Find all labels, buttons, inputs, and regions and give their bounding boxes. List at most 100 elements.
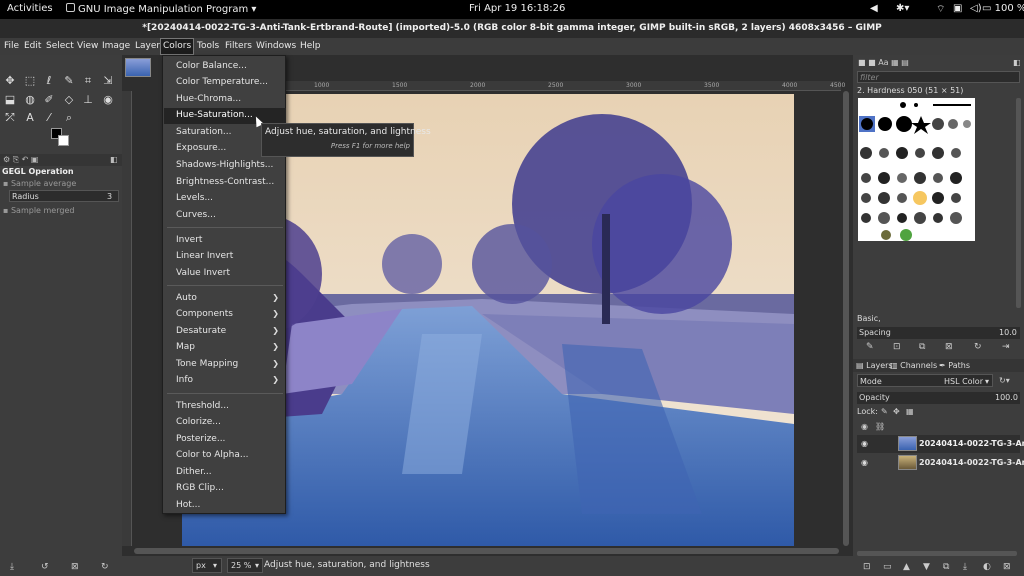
- menu-item-shadows-highlights[interactable]: Shadows-Highlights...: [176, 160, 273, 170]
- transform-icon[interactable]: ⇲: [101, 74, 115, 88]
- menu-item-dither[interactable]: Dither...: [176, 467, 212, 477]
- clone-icon[interactable]: ⊥: [81, 93, 95, 107]
- lasso-icon[interactable]: ℓ: [42, 74, 56, 88]
- lock-pixels-icon[interactable]: ✎: [881, 407, 888, 416]
- activities-button[interactable]: Activities: [7, 3, 53, 14]
- audio-icon[interactable]: ◀: [870, 3, 878, 14]
- menu-item-components[interactable]: Components: [176, 309, 233, 319]
- menu-item-exposure[interactable]: Exposure...: [176, 143, 226, 153]
- smudge-icon[interactable]: ◉: [101, 93, 115, 107]
- menu-item-color-temperature[interactable]: Color Temperature...: [176, 77, 268, 87]
- menu-item-color-balance[interactable]: Color Balance...: [176, 61, 247, 71]
- delete-brush-icon[interactable]: ⊠: [945, 342, 953, 352]
- menu-item-hot[interactable]: Hot...: [176, 500, 200, 510]
- brush-scrollbar[interactable]: [1016, 98, 1021, 308]
- delete-options-icon[interactable]: ⊠: [71, 562, 79, 572]
- lock-position-icon[interactable]: ✥: [893, 407, 900, 416]
- tab-channels[interactable]: ▥ Channels: [890, 361, 937, 370]
- sample-average-option[interactable]: ▪ Sample average: [3, 179, 76, 188]
- menu-item-auto[interactable]: Auto: [176, 293, 197, 303]
- menu-item-saturation[interactable]: Saturation...: [176, 127, 232, 137]
- menu-item-hue-chroma[interactable]: Hue-Chroma...: [176, 94, 241, 104]
- layer-mode-select[interactable]: Mode HSL Color ▾: [857, 374, 993, 387]
- merge-layer-icon[interactable]: ⤓: [963, 562, 967, 572]
- wifi-icon[interactable]: ⌔: [936, 3, 945, 16]
- reset-options-icon[interactable]: ↻: [101, 562, 109, 572]
- mask-layer-icon[interactable]: ◐: [983, 562, 991, 572]
- menu-item-colorize[interactable]: Colorize...: [176, 417, 221, 427]
- brush-grid[interactable]: [858, 98, 975, 241]
- menu-view[interactable]: View: [77, 41, 98, 51]
- new-layer-icon[interactable]: ⊡: [863, 562, 871, 572]
- new-group-icon[interactable]: ▭: [883, 562, 892, 572]
- menu-item-brightness-contrast[interactable]: Brightness-Contrast...: [176, 177, 274, 187]
- text-tool-icon[interactable]: A: [23, 111, 37, 125]
- menu-item-desaturate[interactable]: Desaturate: [176, 326, 226, 336]
- tool-options-tab-icon[interactable]: ⚙ ⎘ ↶ ▣: [3, 155, 38, 165]
- brushes-tab-icon[interactable]: ■ ■ Aa ▦ ▤: [858, 58, 909, 67]
- menu-item-rgb-clip[interactable]: RGB Clip...: [176, 483, 224, 493]
- fuzzy-select-icon[interactable]: ✎: [62, 74, 76, 88]
- menu-file[interactable]: File: [4, 41, 19, 51]
- menu-filters[interactable]: Filters: [225, 41, 252, 51]
- menu-item-threshold[interactable]: Threshold...: [176, 401, 229, 411]
- menu-item-curves[interactable]: Curves...: [176, 210, 216, 220]
- edit-brush-icon[interactable]: ✎: [866, 342, 874, 352]
- eye-icon[interactable]: ◉: [861, 439, 868, 448]
- open-brush-icon[interactable]: ⇥: [1002, 342, 1010, 352]
- vertical-scrollbar[interactable]: [843, 91, 849, 546]
- crop-icon[interactable]: ⌗: [81, 74, 95, 88]
- paintbrush-icon[interactable]: ✐: [42, 93, 56, 107]
- save-options-icon[interactable]: ⤓: [10, 562, 14, 572]
- dock-menu-icon[interactable]: ◧: [110, 155, 118, 164]
- duplicate-layer-icon[interactable]: ⧉: [943, 562, 949, 572]
- menu-image[interactable]: Image: [102, 41, 130, 51]
- paths-icon[interactable]: ⤱: [3, 111, 17, 125]
- layer-row[interactable]: ◉ 20240414-0022-TG-3-Anti-Tar: [857, 435, 1024, 453]
- lower-layer-icon[interactable]: ▼: [923, 562, 930, 572]
- image-tab-thumbnail[interactable]: [125, 58, 151, 77]
- move-tool-icon[interactable]: ✥: [3, 74, 17, 88]
- menu-item-linear-invert[interactable]: Linear Invert: [176, 251, 233, 261]
- sample-merged-option[interactable]: ▪ Sample merged: [3, 206, 74, 215]
- app-menu-button[interactable]: GNU Image Manipulation Program ▾: [66, 3, 256, 15]
- brush-preset-select[interactable]: Basic,: [857, 313, 1020, 325]
- menu-windows[interactable]: Windows: [256, 41, 296, 51]
- layer-mode-switch-icon[interactable]: ↻▾: [999, 376, 1010, 385]
- horizontal-scrollbar[interactable]: [134, 548, 839, 554]
- new-brush-icon[interactable]: ⊡: [893, 342, 901, 352]
- menu-tools[interactable]: Tools: [197, 41, 219, 51]
- menu-item-invert[interactable]: Invert: [176, 235, 202, 245]
- menu-item-tone-mapping[interactable]: Tone Mapping: [176, 359, 238, 369]
- rect-select-icon[interactable]: ⬚: [23, 74, 37, 88]
- tab-paths[interactable]: ✒ Paths: [939, 361, 970, 370]
- tab-layers[interactable]: ▤ Layers: [856, 361, 893, 370]
- menu-colors[interactable]: Colors: [159, 38, 195, 55]
- radius-spinner[interactable]: Radius 3: [9, 190, 119, 202]
- battery-status[interactable]: ▭ 100 %: [982, 3, 1024, 14]
- color-picker-icon[interactable]: ⁄: [42, 111, 56, 125]
- eraser-icon[interactable]: ◇: [62, 93, 76, 107]
- menu-edit[interactable]: Edit: [24, 41, 41, 51]
- brush-filter-input[interactable]: filter: [857, 71, 1020, 83]
- menu-layer[interactable]: Layer: [135, 41, 160, 51]
- warp-icon[interactable]: ⬓: [3, 93, 17, 107]
- layer-row[interactable]: ◉ 20240414-0022-TG-3-Anti-Tar: [857, 454, 1024, 472]
- menu-item-map[interactable]: Map: [176, 342, 195, 352]
- menu-item-info[interactable]: Info: [176, 375, 193, 385]
- delete-layer-icon[interactable]: ⊠: [1003, 562, 1011, 572]
- menu-item-color-to-alpha[interactable]: Color to Alpha...: [176, 450, 248, 460]
- dock-menu-icon[interactable]: ◧: [1013, 58, 1021, 67]
- menu-item-value-invert[interactable]: Value Invert: [176, 268, 230, 278]
- clock[interactable]: Fri Apr 19 16:18:26: [469, 3, 565, 14]
- unit-select[interactable]: px ▾: [192, 558, 222, 573]
- menu-help[interactable]: Help: [300, 41, 321, 51]
- menu-select[interactable]: Select: [46, 41, 74, 51]
- eye-icon[interactable]: ◉: [861, 458, 868, 467]
- accessibility-icon[interactable]: ✱▾: [896, 3, 909, 14]
- menu-item-levels[interactable]: Levels...: [176, 193, 213, 203]
- volume-icon[interactable]: ◁): [970, 3, 982, 14]
- opacity-slider[interactable]: Opacity 100.0: [857, 392, 1020, 404]
- layers-scrollbar[interactable]: [857, 551, 1017, 556]
- duplicate-brush-icon[interactable]: ⧉: [919, 342, 925, 352]
